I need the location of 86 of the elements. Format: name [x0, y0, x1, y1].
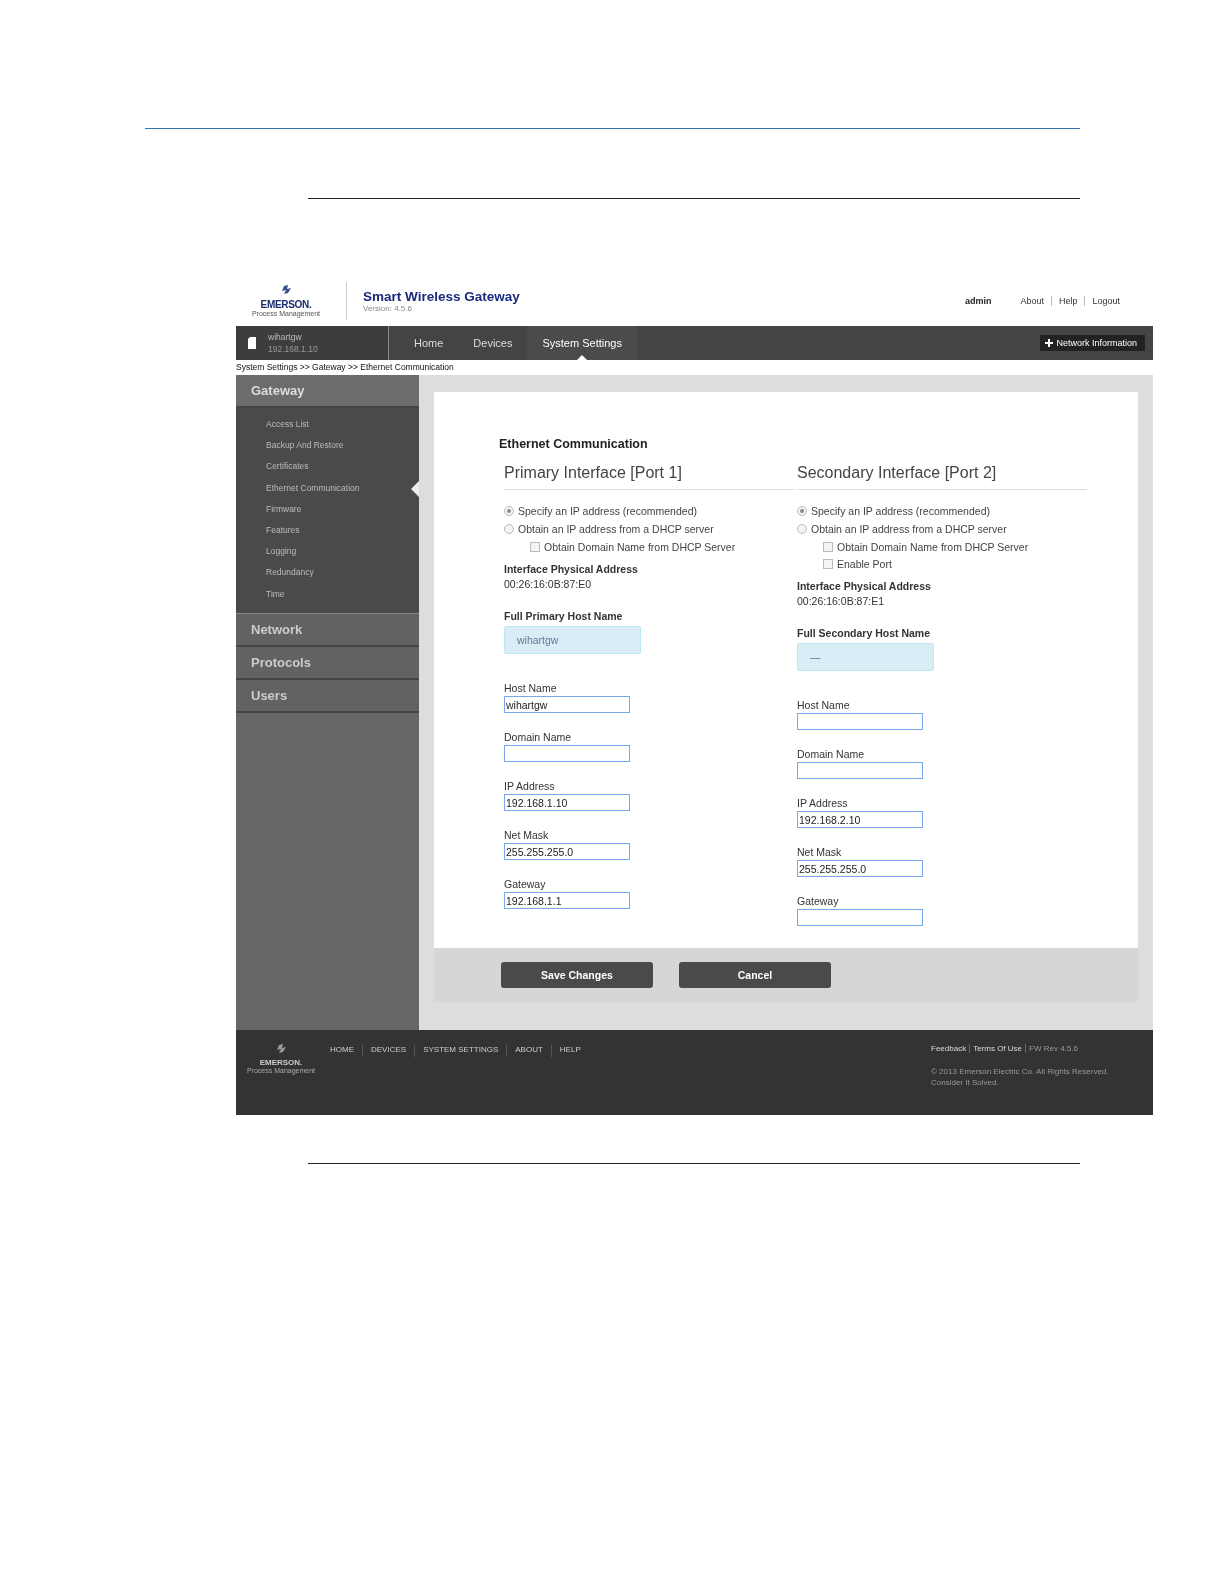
field-label: IP Address	[797, 797, 849, 809]
field-label: Full Secondary Host Name	[797, 627, 932, 639]
nav-tab[interactable]: Home	[399, 326, 459, 360]
sidebar-section[interactable]: Protocols	[236, 646, 419, 680]
radio-button[interactable]	[504, 524, 514, 534]
header-link[interactable]: Logout	[1084, 295, 1127, 306]
option-label[interactable]: Obtain Domain Name from DHCP Server	[837, 540, 1029, 553]
plus-icon	[1045, 339, 1054, 347]
sidebar-item[interactable]: Logging	[236, 541, 419, 563]
input-field[interactable]	[797, 909, 923, 926]
footer-link[interactable]: Terms Of Use	[973, 1044, 1027, 1053]
host-name-display: wihartgw	[504, 626, 641, 654]
nav-tab[interactable]: Devices	[458, 326, 528, 360]
radio-button[interactable]	[797, 506, 807, 516]
form-button[interactable]: Save Changes	[501, 962, 653, 988]
field-label: Gateway	[797, 895, 840, 907]
section-heading: Secondary Interface [Port 2]	[797, 464, 1087, 490]
section-heading: Primary Interface [Port 1]	[504, 464, 794, 490]
nav-tab[interactable]: System Settings	[527, 326, 637, 360]
checkbox[interactable]	[530, 541, 540, 552]
input-field[interactable]	[797, 713, 923, 730]
field-label: Host Name	[504, 682, 558, 694]
field-label: Interface Physical Address	[504, 563, 639, 575]
header-link[interactable]: About	[1013, 295, 1051, 306]
checkbox[interactable]	[823, 541, 833, 552]
sidebar-item[interactable]: Ethernet Communication	[236, 477, 419, 499]
sidebar-section[interactable]: Network	[236, 613, 419, 647]
device-ip: 192.168.1.10	[268, 344, 318, 354]
mac-address: 00:26:16:0B:87:E0	[504, 578, 592, 590]
user-name: admin	[964, 295, 992, 306]
sidebar-item[interactable]: Certificates	[236, 456, 419, 478]
sidebar-item[interactable]: Access List	[236, 414, 419, 436]
field-label: Interface Physical Address	[797, 580, 932, 592]
option-label[interactable]: Obtain an IP address from a DHCP server	[518, 523, 714, 535]
network-information-button[interactable]: Network Information	[1040, 335, 1145, 351]
firmware-version: FW Rev 4.5.6	[1029, 1044, 1078, 1053]
radio-button[interactable]	[504, 506, 514, 516]
field-label: Net Mask	[504, 829, 550, 841]
sidebar-item[interactable]: Backup And Restore	[236, 435, 419, 457]
form-title: Ethernet Communication	[499, 437, 649, 451]
host-name-display: —	[797, 643, 934, 671]
option-label[interactable]: Enable Port	[837, 557, 892, 570]
footer-link[interactable]: DEVICES	[362, 1045, 415, 1057]
field-label: Host Name	[797, 699, 851, 711]
sidebar-item[interactable]: Features	[236, 519, 419, 542]
input-field[interactable]: wihartgw	[504, 696, 630, 713]
version-label: Version: 4.5.6	[363, 303, 413, 313]
input-field[interactable]: 192.168.1.1	[504, 892, 630, 909]
field-label: IP Address	[504, 780, 556, 792]
input-field[interactable]: 192.168.2.10	[797, 811, 923, 828]
mac-address: 00:26:16:0B:87:E1	[797, 595, 885, 607]
field-label: Gateway	[504, 878, 547, 890]
sidebar-item[interactable]: Firmware	[236, 498, 419, 520]
field-label: Full Primary Host Name	[504, 610, 624, 622]
checkbox[interactable]	[823, 558, 833, 569]
copyright-text: © 2013 Emerson Electric Co. All Rights Reserved.	[931, 1067, 1110, 1076]
logo-text: EMERSON.	[260, 298, 312, 310]
input-field[interactable]: 255.255.255.0	[797, 860, 923, 877]
footer-link[interactable]: HELP	[550, 1045, 589, 1057]
input-field[interactable]	[797, 762, 923, 779]
slogan-text: Consider It Solved.	[931, 1078, 1000, 1087]
app-title: Smart Wireless Gateway	[363, 288, 520, 304]
input-field[interactable]: 192.168.1.10	[504, 794, 630, 811]
logo-text: EMERSON.	[259, 1058, 303, 1067]
field-label: Domain Name	[797, 748, 866, 760]
device-name: wihartgw	[268, 332, 303, 342]
form-button[interactable]: Cancel	[679, 962, 831, 988]
option-label[interactable]: Specify an IP address (recommended)	[518, 505, 697, 517]
sidebar-section[interactable]: Gateway	[236, 375, 419, 408]
footer-link[interactable]: SYSTEM SETTINGS	[414, 1045, 507, 1057]
footer-link[interactable]: HOME	[322, 1045, 362, 1057]
field-label: Domain Name	[504, 731, 573, 743]
footer-link[interactable]: ABOUT	[506, 1045, 551, 1057]
input-field[interactable]: 255.255.255.0	[504, 843, 630, 860]
option-label[interactable]: Obtain Domain Name from DHCP Server	[544, 540, 736, 553]
header-link[interactable]: Help	[1050, 295, 1085, 306]
footer-link[interactable]: Feedback	[931, 1044, 971, 1053]
device-icon	[248, 337, 256, 349]
input-field[interactable]	[504, 745, 630, 762]
field-label: Net Mask	[797, 846, 843, 858]
sidebar-item[interactable]: Redundancy	[236, 562, 419, 584]
option-label[interactable]: Specify an IP address (recommended)	[811, 505, 990, 517]
radio-button[interactable]	[797, 524, 807, 534]
option-label[interactable]: Obtain an IP address from a DHCP server	[811, 523, 1007, 535]
sidebar-item[interactable]: Time	[236, 583, 419, 605]
sidebar-section[interactable]: Users	[236, 679, 419, 713]
